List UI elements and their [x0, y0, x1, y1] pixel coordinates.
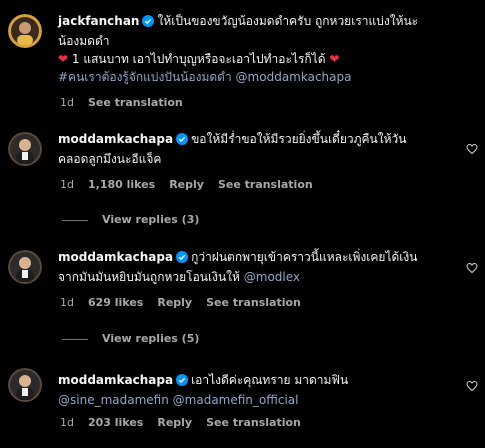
reply-button[interactable]: Reply: [157, 416, 192, 429]
verified-badge-icon: [142, 14, 155, 32]
mention-link[interactable]: @moddamkachapa: [236, 70, 352, 84]
comment-text: เอาไงดีค่ะคุณทราย มาดามฟิน: [191, 373, 349, 387]
avatar[interactable]: [8, 368, 42, 402]
mention-link[interactable]: @madamefin_official: [173, 393, 299, 407]
verified-badge-icon: [176, 250, 189, 268]
comment-text-line3: 1 แสนบาท เอาไปทำบุญหรือจะเอาไปทำอะไรก็ได…: [71, 52, 326, 66]
username[interactable]: jackfanchan: [58, 14, 139, 28]
likes-count[interactable]: 203 likes: [88, 416, 143, 429]
comment-meta: 1d 1,180 likes Reply See translation: [60, 178, 327, 191]
hashtag-link[interactable]: #คนเราต้องรู้จักแบ่งปันน้องมดดำ: [58, 70, 232, 84]
comment-meta: 1d 203 likes Reply See translation: [60, 416, 315, 429]
mention-link[interactable]: @sine_madamefin: [58, 393, 169, 407]
comment-meta: 1d 629 likes Reply See translation: [60, 296, 315, 309]
username[interactable]: moddamkachapa: [58, 132, 173, 146]
heart-outline-icon[interactable]: [466, 380, 478, 392]
timestamp: 1d: [60, 96, 74, 109]
comment-body: jackfanchan ให้เป็นของขวัญน้องมดดำครับ ถู…: [58, 12, 468, 86]
avatar[interactable]: [8, 14, 42, 48]
view-replies-label: View replies (3): [102, 213, 200, 226]
red-heart-emoji-icon: ❤: [58, 52, 69, 66]
view-replies-button[interactable]: View replies (3): [62, 213, 199, 226]
see-translation-button[interactable]: See translation: [218, 178, 313, 191]
see-translation-button[interactable]: See translation: [88, 96, 183, 109]
view-replies-button[interactable]: View replies (5): [62, 332, 199, 345]
heart-outline-icon[interactable]: [466, 262, 478, 274]
comment-text: ให้เป็นของขวัญน้องมดดำครับ ถูกหวยเราแบ่ง…: [157, 14, 419, 28]
comment-text-line2: น้องมดดำ: [58, 34, 110, 48]
reply-button[interactable]: Reply: [157, 296, 192, 309]
comment-body: moddamkachapa ขอให้มีร่ำขอให้มีรวยยิ่งขึ้…: [58, 130, 448, 168]
timestamp: 1d: [60, 296, 74, 309]
comment-meta: 1d See translation: [60, 96, 197, 109]
red-heart-emoji-icon: ❤: [329, 52, 340, 66]
avatar[interactable]: [8, 250, 42, 284]
comment-text: ขอให้มีร่ำขอให้มีรวยยิ่งขึ้นเดี๋ยวภูคืนใ…: [191, 132, 407, 146]
comment-text: กูว่าฝนตกพายุเข้าคราวนี้แหละเพิ่งเคยได้เ…: [191, 250, 418, 264]
divider: [62, 338, 88, 340]
comment-text-line2: จากมันมันหยิบมันถูกหวยโอนเงินให้: [58, 270, 240, 284]
username[interactable]: moddamkachapa: [58, 373, 173, 387]
verified-badge-icon: [176, 132, 189, 150]
likes-count[interactable]: 629 likes: [88, 296, 143, 309]
mention-link[interactable]: @modlex: [244, 270, 300, 284]
reply-button[interactable]: Reply: [169, 178, 204, 191]
verified-badge-icon: [176, 373, 189, 391]
avatar[interactable]: [8, 132, 42, 166]
see-translation-button[interactable]: See translation: [206, 296, 301, 309]
see-translation-button[interactable]: See translation: [206, 416, 301, 429]
likes-count[interactable]: 1,180 likes: [88, 178, 155, 191]
comment-body: moddamkachapa เอาไงดีค่ะคุณทราย มาดามฟิน …: [58, 371, 448, 409]
timestamp: 1d: [60, 416, 74, 429]
view-replies-label: View replies (5): [102, 332, 200, 345]
divider: [62, 219, 88, 221]
comment-body: moddamkachapa กูว่าฝนตกพายุเข้าคราวนี้แหล…: [58, 248, 448, 286]
heart-outline-icon[interactable]: [466, 143, 478, 155]
username[interactable]: moddamkachapa: [58, 250, 173, 264]
timestamp: 1d: [60, 178, 74, 191]
comment-text-line2: คลอดลูกมึงนะอีแจ็ค: [58, 152, 162, 166]
